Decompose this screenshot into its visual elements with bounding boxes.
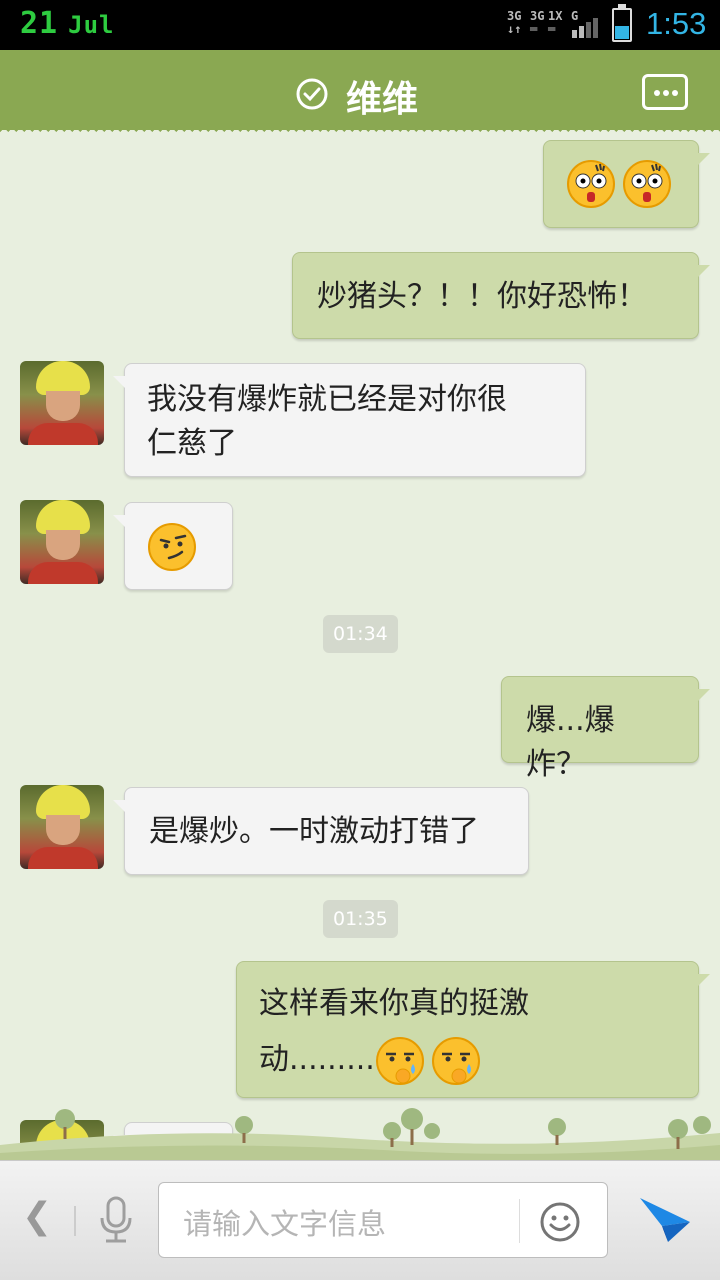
status-date: 21 Jul [20,6,114,41]
message-timestamp: 01:34 [323,615,398,653]
message-bubble-outgoing[interactable]: 炒猪头？！！你好恐怖！ [292,252,710,339]
battery-icon [612,4,632,42]
contact-avatar[interactable] [20,785,104,869]
shocked-face-icon [567,160,615,208]
smug-face-icon [148,523,196,571]
thinking-sweat-face-icon [431,1036,480,1085]
status-month: Jul [68,11,115,39]
contact-avatar[interactable] [20,361,104,445]
message-bubble-incoming[interactable] [113,502,233,590]
message-text-line: 这样看来你真的挺激 [259,986,529,1021]
message-text-line: 动......... [259,1032,676,1088]
network-indicator-3g-2: 3G ═ [530,9,545,36]
network-indicator-3g: 3G ↓↑ [507,9,522,36]
chat-details-button[interactable] [642,74,688,110]
status-time: 1:53 [646,6,707,41]
signal-strength-icon [572,18,598,38]
thinking-sweat-face-icon [375,1036,424,1085]
message-input[interactable]: 请输入文字信息 [158,1182,608,1258]
message-text-line: 我没有爆炸就已经是对你很 [147,382,507,417]
network-indicator-1x: 1X ═ [548,9,563,36]
check-circle-icon [296,78,328,110]
message-bubble-outgoing[interactable] [543,140,710,228]
message-text: 是爆炒。一时激动打错了 [149,814,479,849]
message-text-line: 仁慈了 [147,426,237,461]
chevron-left-icon[interactable]: ❮ [22,1196,52,1237]
status-day: 21 [20,6,59,41]
message-bubble-outgoing[interactable]: 爆...爆炸？ [501,676,710,782]
input-field-divider [519,1199,520,1243]
background-scenery [0,1108,720,1163]
message-bubble-outgoing[interactable]: 这样看来你真的挺激 动......... [236,961,710,1098]
message-bubble-incoming[interactable]: 是爆炒。一时激动打错了 [113,787,529,875]
chat-title: 维维 [346,79,419,120]
message-text: 炒猪头？！！你好恐怖！ [317,279,647,314]
shocked-face-icon [623,160,671,208]
smiley-icon[interactable] [539,1201,581,1243]
status-bar: 21 Jul 3G ↓↑ 3G ═ 1X ═ G 1:53 [0,0,720,50]
message-timestamp: 01:35 [323,900,398,938]
microphone-icon[interactable] [96,1196,136,1244]
input-bar-divider [74,1206,76,1236]
paper-plane-icon[interactable] [638,1192,692,1246]
message-input-placeholder: 请输入文字信息 [183,1207,387,1241]
contact-avatar[interactable] [20,500,104,584]
header-edge [0,128,720,136]
message-text: 爆...爆炸？ [526,703,615,782]
message-bubble-incoming[interactable]: 我没有爆炸就已经是对你很 仁慈了 [113,363,586,477]
